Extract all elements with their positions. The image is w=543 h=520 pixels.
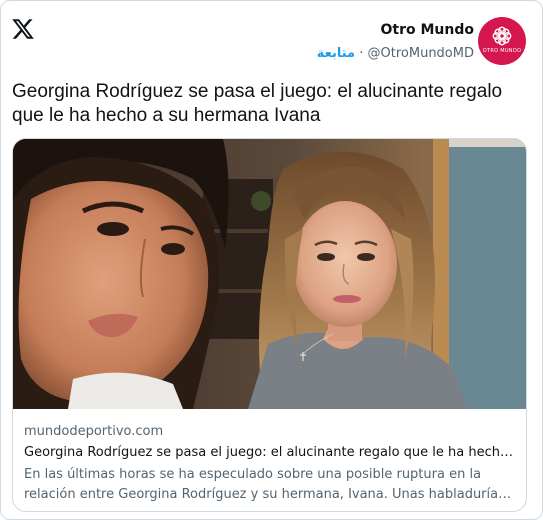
meta-separator: · xyxy=(359,46,364,61)
author-handle[interactable]: @OtroMundoMD xyxy=(368,46,474,61)
link-preview-card[interactable]: mundodeportivo.com Georgina Rodríguez se… xyxy=(12,138,527,512)
avatar-text: OTRO MUNDO xyxy=(482,48,522,54)
x-logo-icon[interactable] xyxy=(11,17,35,41)
author-name[interactable]: Otro Mundo xyxy=(317,21,475,39)
tweet-card[interactable]: Otro Mundo متابعة · @OtroMundoMD OTRO MU… xyxy=(0,0,543,520)
link-domain[interactable]: mundodeportivo.com xyxy=(24,423,516,440)
link-description-text: En las últimas horas se ha especulado so… xyxy=(24,467,505,502)
link-card-body: mundodeportivo.com Georgina Rodríguez se… xyxy=(24,423,516,505)
link-title[interactable]: Georgina Rodríguez se pasa el juego: el … xyxy=(24,444,516,461)
link-description: En las últimas horas se ha especulado so… xyxy=(24,465,516,505)
article-photo[interactable] xyxy=(13,139,526,409)
avatar[interactable]: OTRO MUNDO xyxy=(478,17,526,65)
follow-button[interactable]: متابعة xyxy=(317,46,355,61)
tweet-text: Georgina Rodríguez se pasa el juego: el … xyxy=(12,81,503,126)
flower-emblem-icon xyxy=(492,26,512,46)
author-meta: متابعة · @OtroMundoMD xyxy=(317,45,474,62)
author-block: Otro Mundo متابعة · @OtroMundoMD xyxy=(317,21,474,62)
